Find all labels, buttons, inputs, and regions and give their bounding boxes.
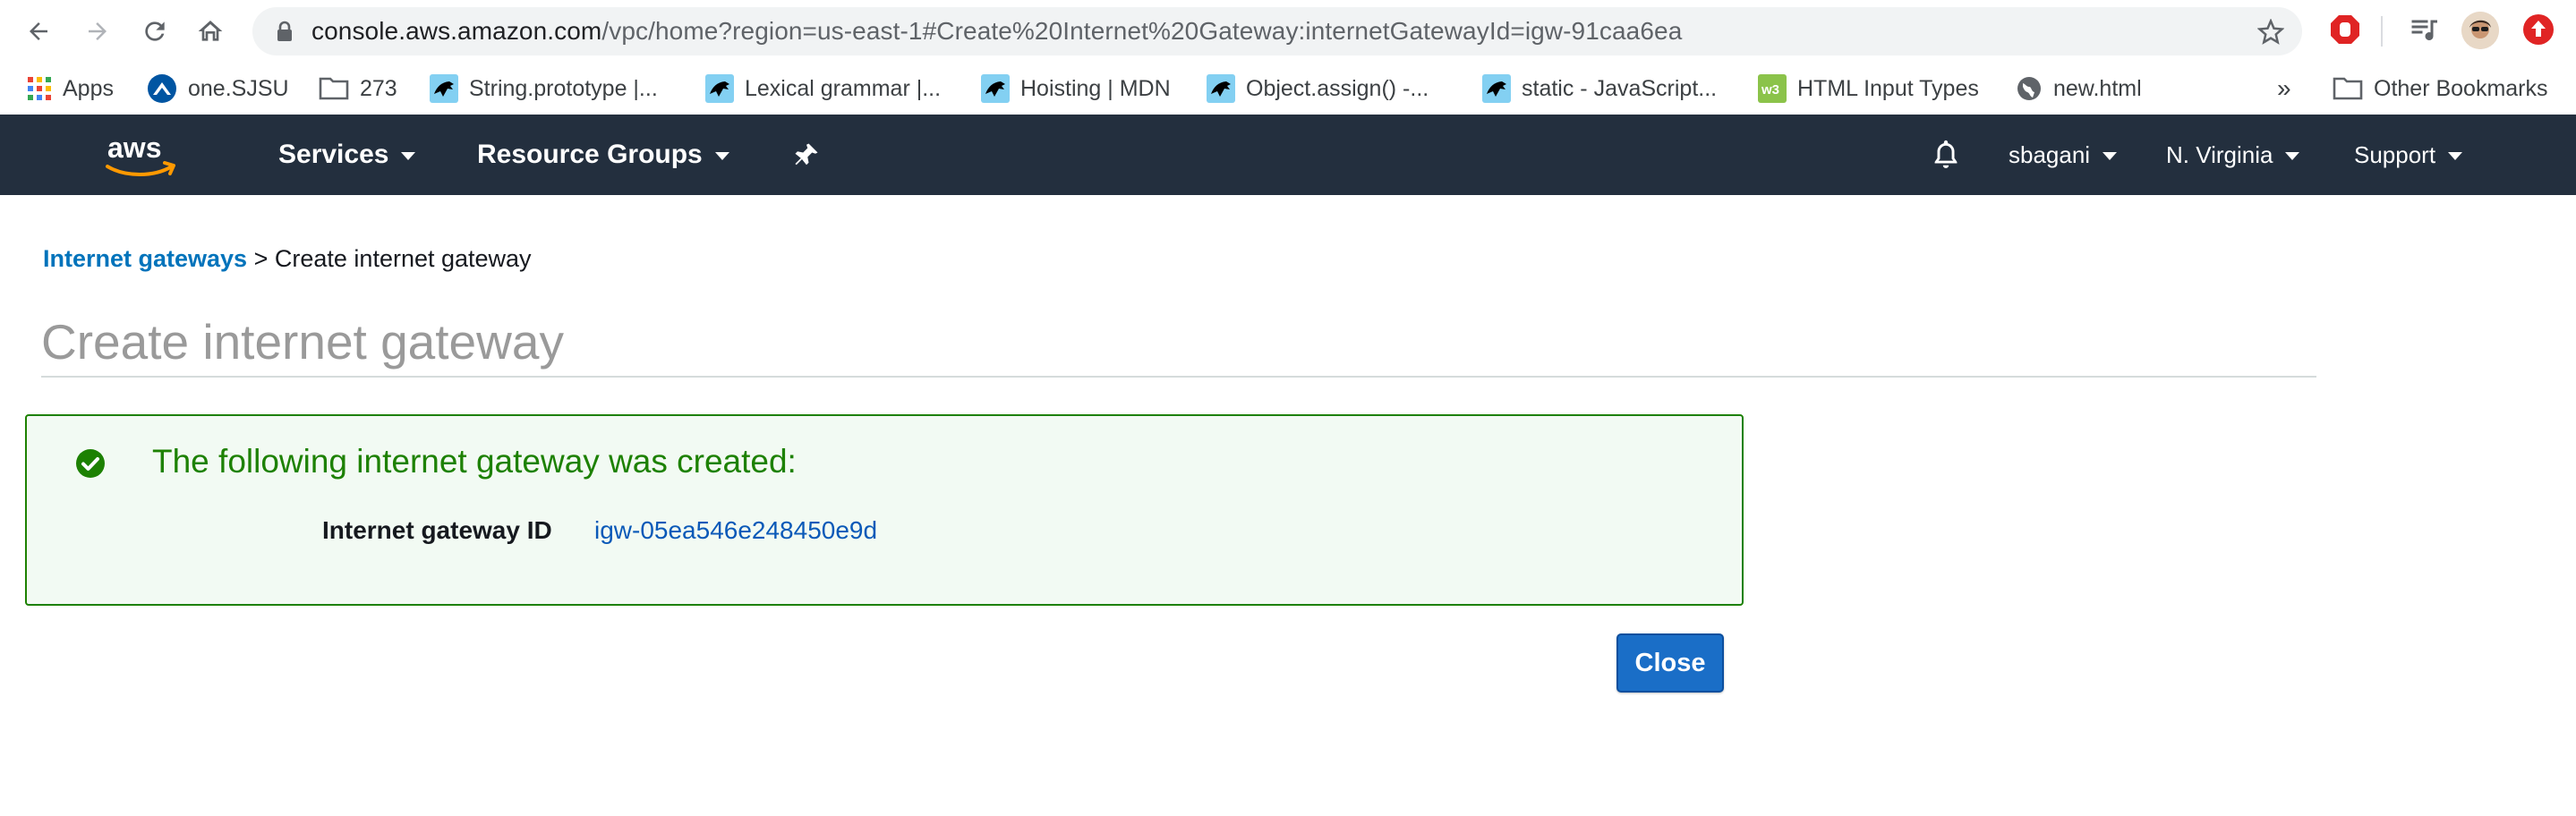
services-label: Services: [278, 140, 389, 169]
chevron-down-icon: [2285, 152, 2300, 160]
support-menu[interactable]: Support: [2354, 115, 2463, 195]
resource-groups-label: Resource Groups: [477, 140, 703, 169]
bookmark-star-icon[interactable]: [2257, 19, 2284, 46]
forward-arrow-icon: [89, 22, 107, 40]
pin-icon: [795, 143, 818, 166]
globe-icon: [2016, 75, 2043, 102]
home-icon: [198, 21, 223, 41]
chevron-down-icon: [714, 152, 729, 160]
notifications-button[interactable]: [1930, 115, 1962, 195]
mdn-icon: [1482, 74, 1511, 103]
browser-toolbar: console.aws.amazon.com/vpc/home?region=u…: [0, 0, 2576, 63]
bell-icon: [1934, 140, 1958, 168]
bookmark-hoisting[interactable]: Hoisting | MDN: [981, 63, 1171, 115]
pin-button[interactable]: [793, 115, 820, 195]
bookmark-label: Lexical grammar |...: [745, 75, 942, 101]
media-queue-icon[interactable]: [2408, 13, 2440, 46]
back-arrow-icon: [30, 22, 47, 40]
url-text: console.aws.amazon.com/vpc/home?region=u…: [311, 7, 1682, 55]
bookmark-label: one.SJSU: [188, 75, 289, 101]
chevron-down-icon: [401, 152, 416, 160]
aws-console-nav: aws Services Resource Groups sbagani N. …: [0, 115, 2576, 195]
bookmark-lexical-grammar[interactable]: Lexical grammar |...: [705, 63, 941, 115]
address-bar[interactable]: console.aws.amazon.com/vpc/home?region=u…: [252, 7, 2302, 55]
bookmark-new-html[interactable]: new.html: [2016, 63, 2142, 115]
region-label: N. Virginia: [2166, 140, 2273, 168]
bookmark-one-sjsu[interactable]: one.SJSU: [147, 63, 289, 115]
mdn-icon: [981, 74, 1010, 103]
success-message: The following internet gateway was creat…: [152, 443, 797, 480]
adblock-extension-icon[interactable]: [2329, 13, 2361, 46]
bookmark-static-javascript[interactable]: static - JavaScript...: [1482, 63, 1717, 115]
update-extension-icon[interactable]: [2522, 13, 2555, 46]
page-title: Create internet gateway: [41, 314, 564, 370]
bookmark-label: 273: [360, 75, 397, 101]
bookmark-object-assign[interactable]: Object.assign() -...: [1207, 63, 1429, 115]
forward-button[interactable]: [75, 9, 120, 54]
user-name: sbagani: [2009, 140, 2091, 168]
support-label: Support: [2354, 140, 2436, 168]
back-button[interactable]: [16, 9, 61, 54]
bookmark-label: Other Bookmarks: [2374, 75, 2548, 101]
bookmark-label: new.html: [2053, 75, 2142, 101]
breadcrumb-internet-gateways-link[interactable]: Internet gateways: [43, 245, 247, 272]
overflow-chevron: »: [2277, 74, 2291, 102]
reload-button[interactable]: [132, 9, 177, 54]
mdn-icon: [705, 74, 734, 103]
success-alert: The following internet gateway was creat…: [25, 414, 1744, 606]
region-selector[interactable]: N. Virginia: [2166, 115, 2300, 195]
services-menu[interactable]: Services: [278, 115, 416, 195]
bookmark-label: HTML Input Types: [1797, 75, 1979, 101]
breadcrumb-separator: >: [253, 245, 269, 272]
bookmark-apps[interactable]: Apps: [27, 63, 114, 115]
url-path: /vpc/home?region=us-east-1#Create%20Inte…: [601, 17, 1683, 45]
bookmark-other-bookmarks[interactable]: Other Bookmarks: [2333, 63, 2548, 115]
chevron-down-icon: [2448, 152, 2463, 160]
breadcrumb: Internet gateways > Create internet gate…: [43, 245, 532, 273]
profile-avatar[interactable]: [2461, 12, 2499, 49]
close-button[interactable]: Close: [1616, 633, 1724, 693]
bookmark-label: Apps: [63, 75, 114, 101]
mdn-icon: [1207, 74, 1235, 103]
mdn-icon: [430, 74, 458, 103]
user-menu[interactable]: sbagani: [2009, 115, 2118, 195]
apps-grid-icon: [27, 76, 52, 101]
gateway-id-link[interactable]: igw-05ea546e248450e9d: [594, 516, 877, 545]
chevron-down-icon: [2103, 152, 2118, 160]
bookmarks-overflow-button[interactable]: »: [2277, 63, 2291, 115]
gateway-id-label: Internet gateway ID: [322, 516, 552, 544]
resource-groups-menu[interactable]: Resource Groups: [477, 115, 729, 195]
bookmark-label: Hoisting | MDN: [1020, 75, 1171, 101]
check-circle-icon: [76, 449, 105, 478]
bookmark-folder-273[interactable]: 273: [319, 63, 397, 115]
sjsu-icon: [147, 73, 177, 104]
folder-icon: [2333, 76, 2363, 101]
lock-icon: [277, 21, 292, 41]
avatar-face-icon: [2461, 12, 2499, 49]
bookmark-string-prototype[interactable]: String.prototype |...: [430, 63, 658, 115]
title-divider: [41, 376, 2316, 378]
home-button[interactable]: [188, 9, 233, 54]
bookmark-html-input-types[interactable]: w3 HTML Input Types: [1758, 63, 1979, 115]
w3schools-icon: w3: [1758, 74, 1787, 103]
breadcrumb-current: Create internet gateway: [274, 245, 532, 272]
bookmark-label: String.prototype |...: [469, 75, 658, 101]
svg-text:w3: w3: [1761, 82, 1779, 98]
aws-logo[interactable]: aws: [102, 132, 184, 185]
bookmark-label: static - JavaScript...: [1522, 75, 1718, 101]
toolbar-divider: [2381, 16, 2383, 47]
folder-icon: [319, 76, 349, 101]
bookmark-label: Object.assign() -...: [1246, 75, 1429, 101]
aws-logo-icon: aws: [106, 132, 175, 176]
url-host: console.aws.amazon.com: [311, 17, 602, 45]
reload-icon: [145, 21, 165, 41]
svg-text:aws: aws: [107, 132, 161, 164]
bookmarks-bar: Apps one.SJSU 273 String.prototype |... …: [0, 63, 2576, 115]
